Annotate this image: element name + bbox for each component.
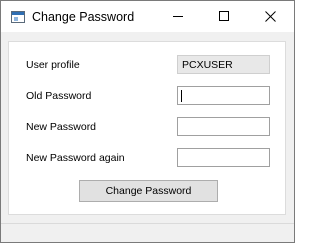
change-password-button[interactable]: Change Password — [79, 180, 218, 202]
new-password-again-label: New Password again — [26, 152, 125, 164]
client-area: User profile PCXUSER Old Password New Pa… — [1, 32, 294, 242]
maximize-button[interactable] — [201, 1, 247, 32]
text-caret — [181, 90, 182, 102]
old-password-field[interactable] — [177, 86, 270, 105]
user-profile-label: User profile — [26, 59, 80, 71]
new-password-again-field[interactable] — [177, 148, 270, 167]
old-password-label: Old Password — [26, 90, 92, 102]
window-title: Change Password — [32, 10, 135, 24]
close-button[interactable] — [248, 1, 294, 32]
minimize-button[interactable] — [155, 1, 201, 32]
new-password-label: New Password — [26, 121, 97, 133]
status-bar — [1, 223, 294, 242]
change-password-window: Change Password User profile PCXUSER Old… — [0, 0, 295, 243]
form-panel: User profile PCXUSER Old Password New Pa… — [8, 41, 286, 215]
new-password-field[interactable] — [177, 117, 270, 136]
title-bar[interactable]: Change Password — [1, 1, 294, 32]
app-window-icon — [11, 11, 25, 23]
user-profile-field: PCXUSER — [177, 55, 270, 74]
close-icon — [265, 11, 276, 22]
